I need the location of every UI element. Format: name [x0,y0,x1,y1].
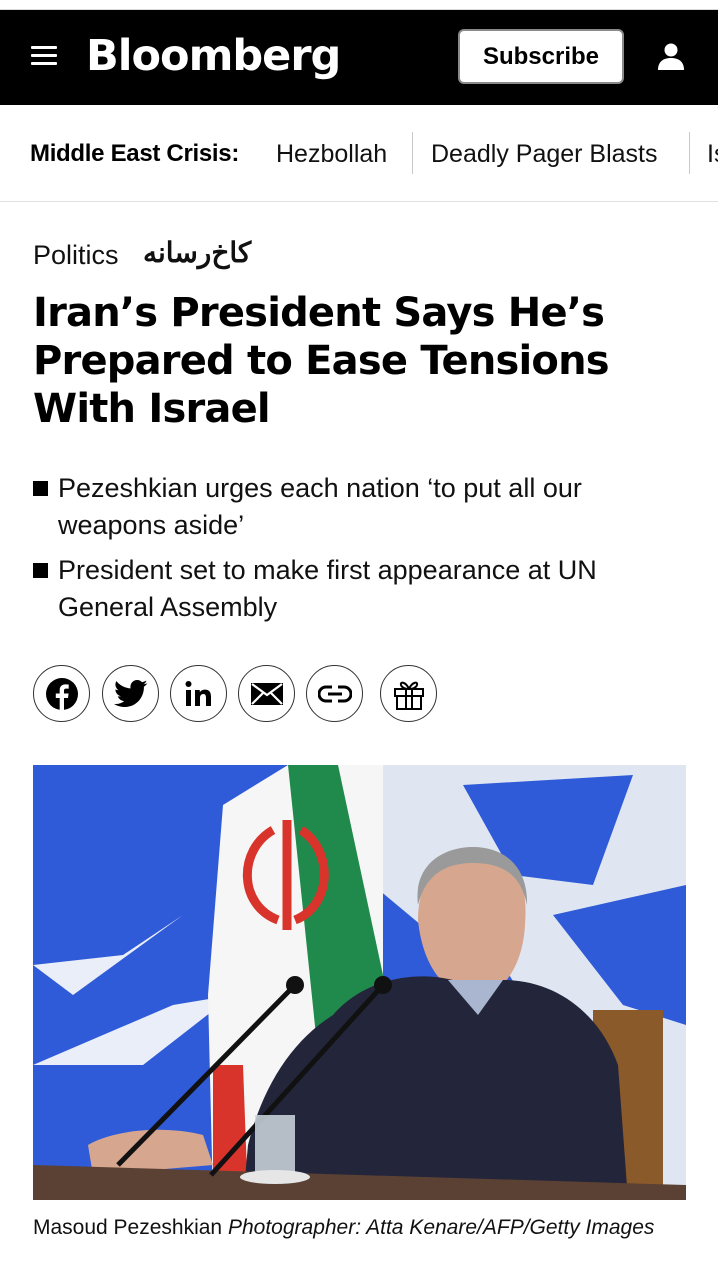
square-bullet-icon [33,481,48,496]
gift-icon [393,681,424,710]
summary-text: President set to make first appearance a… [58,555,597,622]
user-account-icon[interactable] [655,42,687,72]
share-facebook-button[interactable] [33,665,90,722]
summary-bullet: Pezeshkian urges each nation ‘to put all… [33,470,683,544]
link-icon [317,685,352,702]
share-twitter-button[interactable] [102,665,159,722]
photo-caption: Masoud Pezeshkian Photographer: Atta Ken… [33,1212,683,1243]
linkedin-icon [185,680,211,706]
gift-article-button[interactable] [380,665,437,722]
crisis-link-hezbollah[interactable]: Hezbollah [276,140,387,169]
hamburger-menu-icon[interactable] [31,45,57,67]
email-icon [250,682,283,705]
crisis-link-next[interactable]: Is [707,140,718,169]
crisis-link-pager-blasts[interactable]: Deadly Pager Blasts [431,140,658,169]
facebook-icon [45,677,78,711]
share-email-button[interactable] [238,665,295,722]
article-summary: Pezeshkian urges each nation ‘to put all… [33,470,683,634]
caption-subject: Masoud Pezeshkian [33,1216,223,1239]
site-header: Bloomberg Subscribe [0,10,718,105]
share-copy-link-button[interactable] [306,665,363,722]
article-photo [33,765,686,1200]
share-linkedin-button[interactable] [170,665,227,722]
subscribe-button[interactable]: Subscribe [458,29,624,84]
channel-watermark: کاخ‌رسانه [143,236,252,269]
summary-bullet: President set to make first appearance a… [33,552,683,626]
crisis-divider [412,132,413,174]
crisis-topic-bar: Middle East Crisis: Hezbollah Deadly Pag… [0,105,718,202]
crisis-label: Middle East Crisis: [30,140,240,167]
square-bullet-icon [33,563,48,578]
article-headline: Iran’s President Says He’s Prepared to E… [33,290,610,432]
crisis-divider [689,132,690,174]
section-kicker[interactable]: Politics [33,240,119,271]
caption-credit: Photographer: Atta Kenare/AFP/Getty Imag… [227,1216,655,1239]
bloomberg-logo[interactable]: Bloomberg [86,30,341,82]
status-strip [0,0,718,10]
twitter-icon [113,679,147,707]
summary-text: Pezeshkian urges each nation ‘to put all… [58,473,582,540]
